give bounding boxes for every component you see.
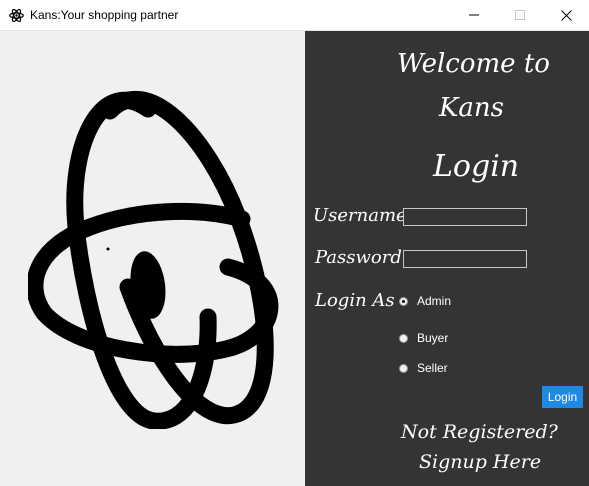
signup-link[interactable]: Signup Here	[419, 451, 541, 473]
logo-panel	[0, 31, 305, 486]
radio-label: Buyer	[417, 331, 449, 345]
title-bar: Kans:Your shopping partner	[0, 0, 589, 31]
app-name: Kans	[439, 93, 505, 123]
maximize-button[interactable]	[497, 0, 543, 30]
password-field[interactable]	[403, 250, 527, 268]
radio-label: Admin	[417, 294, 452, 308]
login-button[interactable]: Login	[542, 386, 583, 408]
minimize-button[interactable]	[451, 0, 497, 30]
password-label: Password	[315, 247, 402, 268]
radio-label: Seller	[417, 361, 448, 375]
close-icon	[560, 9, 572, 21]
atom-icon	[9, 8, 24, 23]
maximize-icon	[515, 10, 525, 20]
login-as-label: Login As	[315, 290, 395, 311]
login-panel: Welcome to Kans Login Username Password …	[305, 31, 589, 486]
username-label: Username	[313, 205, 407, 226]
radio-icon[interactable]	[399, 363, 408, 373]
welcome-text: Welcome to	[397, 49, 550, 79]
role-radio-seller[interactable]: Seller	[399, 359, 448, 377]
radio-icon[interactable]	[399, 333, 408, 343]
page-title: Login	[433, 149, 520, 184]
window-title: Kans:Your shopping partner	[30, 8, 179, 22]
username-field[interactable]	[403, 208, 527, 226]
radio-selected-icon[interactable]	[399, 296, 408, 306]
atom-logo-icon	[28, 90, 279, 429]
not-registered-text: Not Registered?	[401, 421, 558, 443]
role-radio-buyer[interactable]: Buyer	[399, 329, 448, 347]
minimize-icon	[469, 14, 479, 16]
close-button[interactable]	[543, 0, 589, 30]
role-radio-admin[interactable]: Admin	[399, 292, 451, 310]
